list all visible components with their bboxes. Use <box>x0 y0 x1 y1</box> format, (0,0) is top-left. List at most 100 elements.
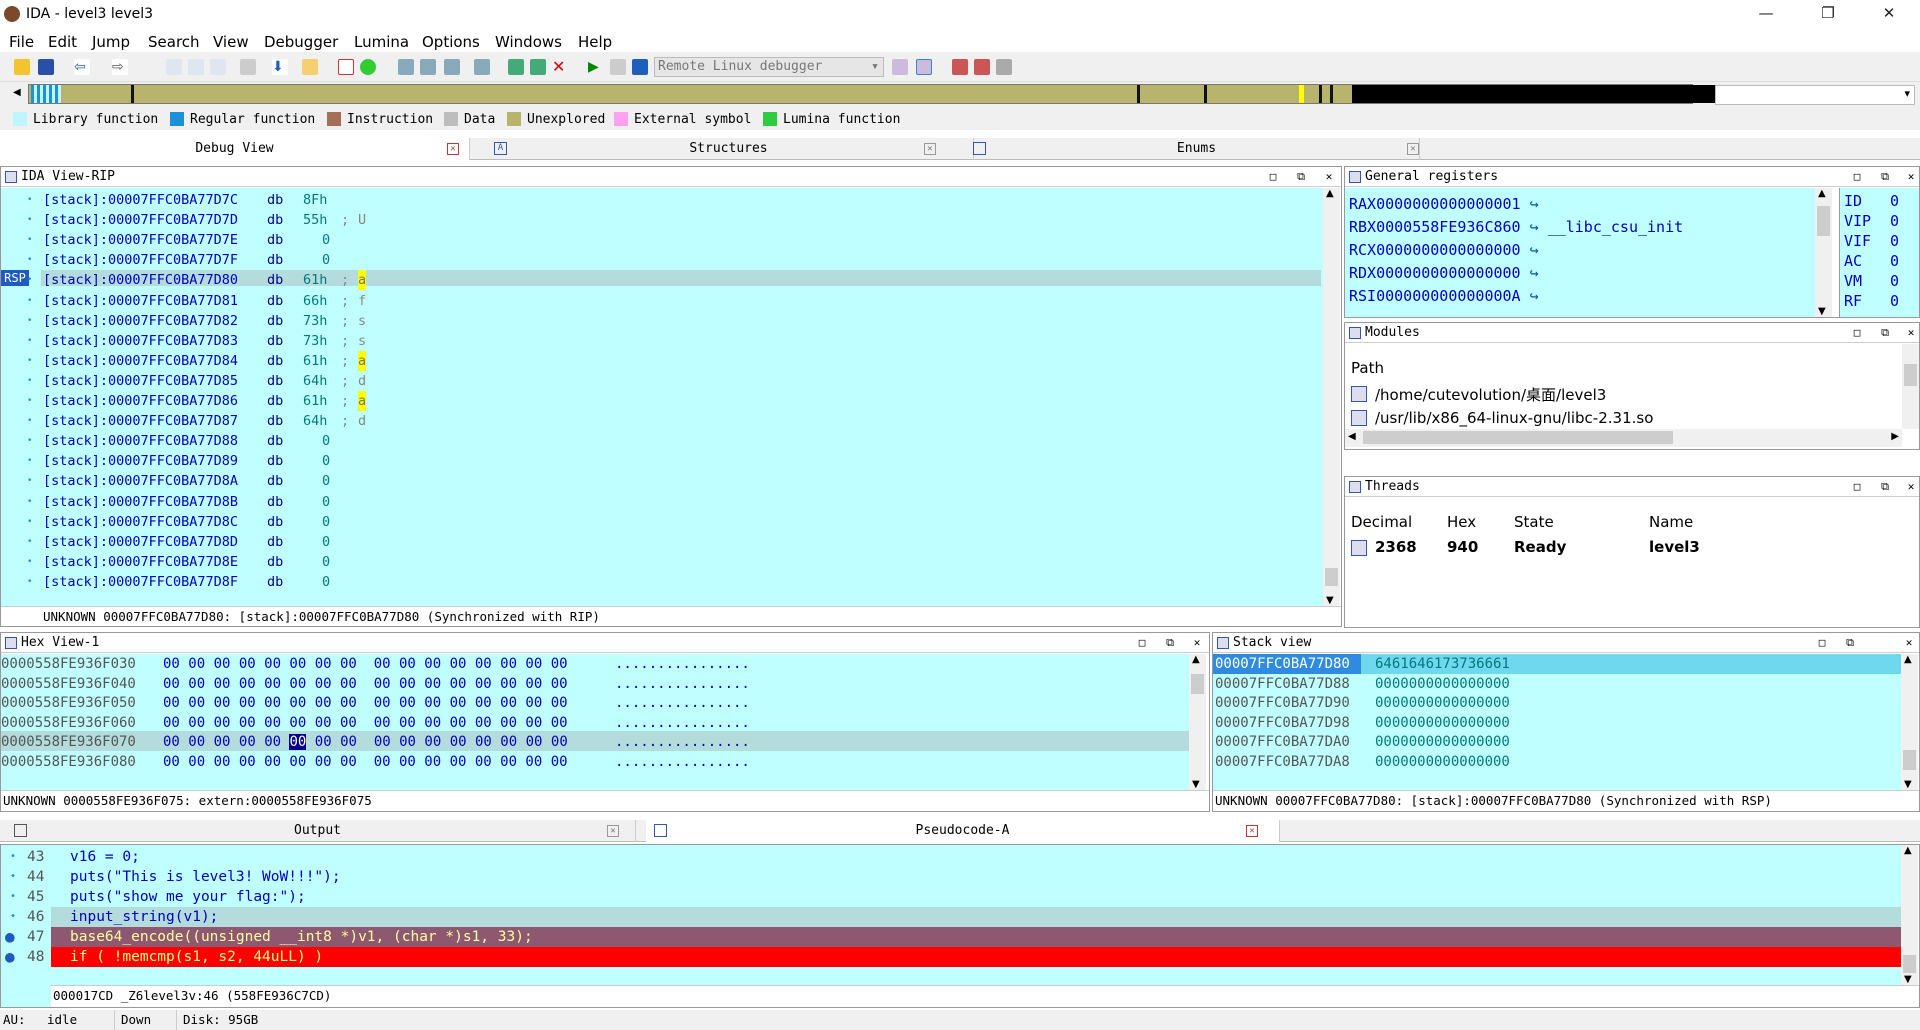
tab-debug-view[interactable]: Debug View ✕ <box>0 138 470 160</box>
flag-row[interactable]: ID 0 <box>1844 193 1918 210</box>
down-arrow-icon[interactable]: ⬇ <box>272 59 288 75</box>
hex-row[interactable]: 0000558FE936F080 00 00 00 00 00 00 00 00 … <box>1 753 1189 772</box>
hex-row[interactable]: 0000558FE936F050 00 00 00 00 00 00 00 00 … <box>1 694 1189 713</box>
scrollbar-thumb[interactable] <box>1817 206 1830 236</box>
hex-row[interactable]: 0000558FE936F070 00 00 00 00 00 00 00 00 … <box>1 733 1189 752</box>
close-icon[interactable]: ✕ <box>1905 327 1917 339</box>
pseudocode-line[interactable]: • 46 input_string(v1); <box>1 907 1901 927</box>
jump-arrow-icon[interactable]: ↪ <box>1521 241 1548 259</box>
tab-enums[interactable]: Enums ✕ <box>973 138 1420 160</box>
code-text[interactable]: puts("This is level3! WoW!!!"); <box>70 867 341 887</box>
disasm-line[interactable]: • [stack]:00007FFC0BA77D7C db 8Fh <box>1 190 1321 210</box>
flag-row[interactable]: AC 0 <box>1844 253 1918 270</box>
float-icon[interactable]: ⧉ <box>1164 637 1176 649</box>
scrollbar-thumb[interactable] <box>1191 674 1204 694</box>
play-icon[interactable]: ▶ <box>588 59 604 75</box>
restore-icon[interactable]: □ <box>1851 327 1863 339</box>
close-icon[interactable]: ✕ <box>1191 637 1203 649</box>
scrollbar-thumb[interactable] <box>1363 431 1673 444</box>
add-icon[interactable] <box>420 59 436 75</box>
text-icon[interactable] <box>338 59 354 75</box>
stack-row[interactable]: 00007FFC0BA77D98 0000000000000000 <box>1213 714 1901 733</box>
save-icon[interactable] <box>38 59 54 75</box>
open-folder-icon[interactable] <box>14 59 30 75</box>
disasm-line[interactable]: • [stack]:00007FFC0BA77D8C db 0 <box>1 512 1321 532</box>
disasm-line[interactable]: • [stack]:00007FFC0BA77D83 db 73h; s <box>1 331 1321 351</box>
ida-view-content[interactable]: RSP • [stack]:00007FFC0BA77D7C db 8Fh • [stac… <box>1 188 1323 606</box>
scrollbar-thumb[interactable] <box>1903 955 1916 973</box>
disasm-line[interactable]: • [stack]:00007FFC0BA77D89 db 0 <box>1 451 1321 471</box>
disasm-line[interactable]: • [stack]:00007FFC0BA77D84 db 61h; a <box>1 350 1321 371</box>
close-icon[interactable]: ✕ <box>924 143 936 155</box>
attach-icon[interactable] <box>530 59 546 75</box>
breakpoint-icon[interactable]: ● <box>5 927 15 947</box>
modules-column-path[interactable]: Path <box>1351 359 1384 377</box>
flags-list[interactable]: ID 0 VIP 0 VIF 0 AC 0 VM 0 RF 0 <box>1839 188 1919 317</box>
close-icon[interactable]: ✕ <box>1407 143 1419 155</box>
scrollbar-thumb[interactable] <box>1904 364 1917 386</box>
minimize-button[interactable]: — <box>1743 4 1789 26</box>
search-text-icon[interactable] <box>188 59 204 75</box>
scroll-up-icon[interactable]: ▲ <box>1192 654 1200 665</box>
scroll-down-icon[interactable]: ▼ <box>1904 779 1912 790</box>
disasm-line[interactable]: • [stack]:00007FFC0BA77D8A db 0 <box>1 471 1321 491</box>
disasm-line[interactable]: • [stack]:00007FFC0BA77D82 db 73h; s <box>1 311 1321 331</box>
hex-row[interactable]: 0000558FE936F030 00 00 00 00 00 00 00 00 … <box>1 655 1189 674</box>
jump-arrow-icon[interactable]: ↪ <box>1521 264 1548 282</box>
disasm-line[interactable]: • [stack]:00007FFC0BA77D8E db 0 <box>1 552 1321 572</box>
register-row[interactable]: RAX0000000000000001 ↪ <box>1349 193 1548 215</box>
green-circle-icon[interactable] <box>360 59 376 75</box>
disasm-line[interactable]: • [stack]:00007FFC0BA77D87 db 64h; d <box>1 411 1321 431</box>
scroll-up-icon[interactable]: ▲ <box>1904 845 1912 856</box>
float-icon[interactable]: ⧉ <box>1844 637 1856 649</box>
disasm-line[interactable]: • [stack]:00007FFC0BA77D8F db 0 <box>1 572 1321 592</box>
float-icon[interactable]: ⧉ <box>1879 327 1891 339</box>
scroll-up-icon[interactable]: ▲ <box>1818 188 1826 199</box>
disasm-line[interactable]: • [stack]:00007FFC0BA77D86 db 61h; a <box>1 391 1321 411</box>
stack-row[interactable]: 00007FFC0BA77DA8 0000000000000000 <box>1213 753 1901 772</box>
jump-arrow-icon[interactable]: ↪ <box>1521 287 1548 305</box>
menu-jump[interactable]: Jump <box>92 33 130 51</box>
float-icon[interactable]: ⧉ <box>1879 171 1891 183</box>
disasm-line[interactable]: • [stack]:00007FFC0BA77D80 db 61h; a <box>1 270 1321 291</box>
restore-icon[interactable]: □ <box>1267 171 1279 183</box>
step-icon[interactable] <box>444 59 460 75</box>
search-binary-icon[interactable] <box>210 59 226 75</box>
hex-view-content[interactable]: 0000558FE936F030 00 00 00 00 00 00 00 00 … <box>1 654 1189 790</box>
add-breakpoint-icon[interactable] <box>974 59 990 75</box>
thread-row[interactable]: 2368 940 Ready level3 <box>1351 538 1911 558</box>
stack-row[interactable]: 00007FFC0BA77DA0 0000000000000000 <box>1213 733 1901 752</box>
breakpoint-list-icon[interactable] <box>952 59 968 75</box>
edit-icon[interactable] <box>302 59 318 75</box>
modules-hscrollbar[interactable]: ◀ ▶ <box>1345 429 1902 447</box>
pseudocode-line[interactable]: • 44 puts("This is level3! WoW!!!"); <box>1 867 1901 887</box>
restore-icon[interactable]: □ <box>1851 481 1863 493</box>
modules-scrollbar[interactable] <box>1902 344 1919 429</box>
close-icon[interactable]: ✕ <box>1903 637 1915 649</box>
navigation-bar[interactable] <box>28 84 1722 104</box>
menu-lumina[interactable]: Lumina <box>354 33 409 51</box>
restore-icon[interactable]: □ <box>1851 171 1863 183</box>
flag-row[interactable]: VM 0 <box>1844 273 1918 290</box>
tab-structures[interactable]: A Structures ✕ <box>484 138 974 160</box>
code-text[interactable]: input_string(v1); <box>70 907 218 927</box>
step-into-icon[interactable] <box>892 59 908 75</box>
scrollbar-thumb[interactable] <box>1903 750 1916 770</box>
menu-file[interactable]: File <box>9 33 34 51</box>
close-icon[interactable]: ✕ <box>1246 825 1258 837</box>
pseudocode-scrollbar[interactable]: ▲ ▼ <box>1901 845 1918 985</box>
delete-icon[interactable]: ✕ <box>552 59 568 75</box>
scroll-down-icon[interactable]: ▼ <box>1818 306 1826 317</box>
restore-icon[interactable]: □ <box>1136 637 1148 649</box>
float-icon[interactable]: ⧉ <box>1295 171 1307 183</box>
forward-arrow-icon[interactable]: ⇨ <box>112 59 128 75</box>
disasm-line[interactable]: • [stack]:00007FFC0BA77D8D db 0 <box>1 532 1321 552</box>
pseudocode-line[interactable]: ● 47 base64_encode((unsigned __int8 *)v1, … <box>1 927 1901 947</box>
stop-icon[interactable] <box>632 59 648 75</box>
menu-edit[interactable]: Edit <box>48 33 77 51</box>
disasm-line[interactable]: • [stack]:00007FFC0BA77D88 db 0 <box>1 431 1321 451</box>
float-icon[interactable]: ⧉ <box>1879 481 1891 493</box>
module-row[interactable]: /home/cutevolution/桌面/level3 <box>1351 384 1606 404</box>
disasm-line[interactable]: • [stack]:00007FFC0BA77D8B db 0 <box>1 492 1321 512</box>
search-icon[interactable] <box>166 59 182 75</box>
